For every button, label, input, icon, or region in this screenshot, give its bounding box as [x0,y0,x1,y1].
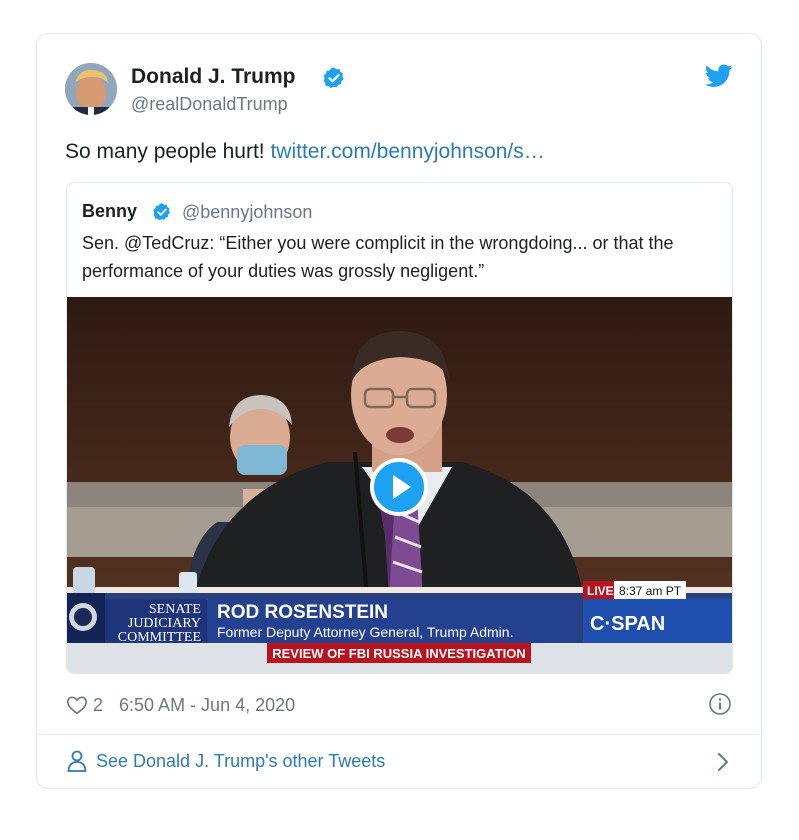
author-avatar[interactable] [65,63,117,115]
committee-line-2: JUDICIARY [128,616,201,631]
tweet-body: So many people hurt! [65,140,271,163]
tweet-link[interactable]: twitter.com/bennyjohnson/s… [270,140,544,163]
like-count[interactable]: 2 [93,695,103,716]
see-other-tweets-label: See Donald J. Trump's other Tweets [96,750,386,771]
network-logo: C·SPAN [590,613,665,635]
topic-banner-area: REVIEW OF FBI RUSSIA INVESTIGATION [67,643,732,673]
topic-banner-text: REVIEW OF FBI RUSSIA INVESTIGATION [272,646,526,661]
quoted-author-handle[interactable]: @bennyjohnson [182,202,312,223]
tweet-meta: 2 6:50 AM - Jun 4, 2020 [66,692,295,718]
play-button[interactable] [370,458,428,516]
tweet-text: So many people hurt! twitter.com/bennyjo… [65,140,545,164]
person-icon [67,750,87,772]
verified-badge-icon [153,203,170,221]
live-label: LIVE [587,584,614,598]
info-icon[interactable] [708,692,732,716]
twitter-bird-icon[interactable] [705,64,733,88]
tweet-timestamp[interactable]: 6:50 AM - Jun 4, 2020 [119,695,295,716]
verified-badge-icon [323,67,344,89]
quoted-author-name[interactable]: Benny [82,201,137,222]
committee-line-1: SENATE [149,602,201,617]
lower-third-name: ROD ROSENSTEIN [217,602,388,623]
lower-third-title: Former Deputy Attorney General, Trump Ad… [217,624,513,640]
footer-divider [37,734,761,735]
topic-banner: REVIEW OF FBI RUSSIA INVESTIGATION [267,643,531,663]
see-other-tweets-link[interactable]: See Donald J. Trump's other Tweets [66,749,385,773]
like-button[interactable] [66,694,90,716]
avatar-image [65,63,117,115]
heart-icon [67,696,87,715]
broadcast-time: 8:37 am PT [619,584,682,598]
author-handle[interactable]: @realDonaldTrump [131,94,288,115]
play-icon [393,475,411,499]
author-name[interactable]: Donald J. Trump [131,65,296,89]
quoted-tweet[interactable]: Benny @bennyjohnson Sen. @TedCruz: “Eith… [66,182,733,674]
committee-line-3: COMMITTEE [118,630,201,643]
video-player[interactable]: SENATE JUDICIARY COMMITTEE ROD ROSENSTEI… [67,297,732,643]
quoted-tweet-text: Sen. @TedCruz: “Either you were complici… [82,233,674,281]
chevron-right-icon[interactable] [714,751,732,773]
